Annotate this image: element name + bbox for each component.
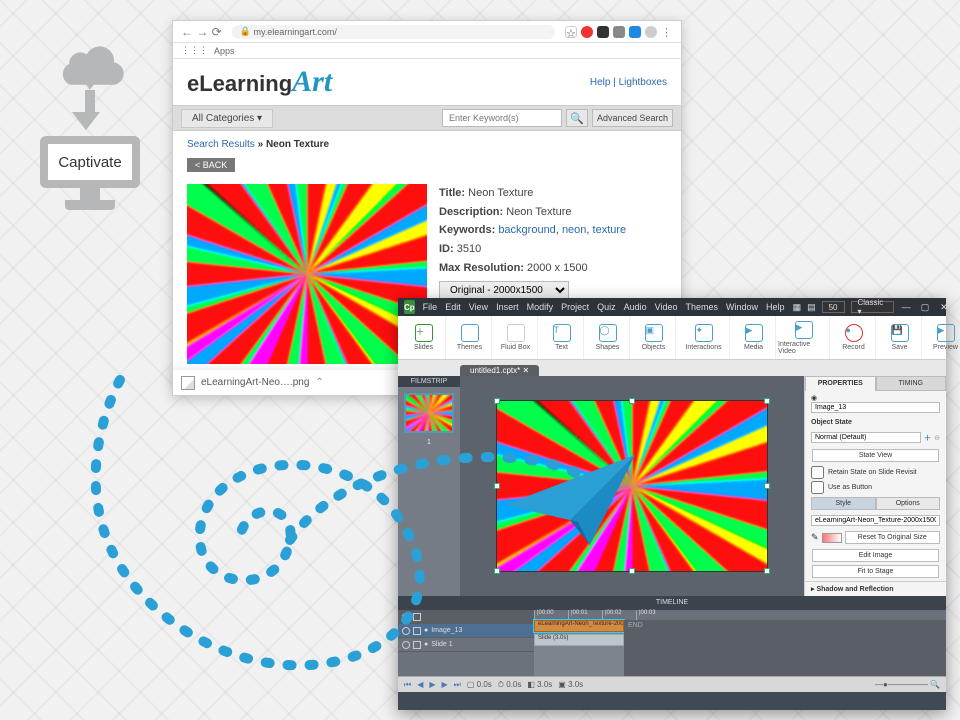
ribbon-text[interactable]: TText: [540, 316, 584, 359]
object-state-label: Object State: [805, 416, 946, 429]
keyword-link[interactable]: texture: [593, 224, 627, 236]
advanced-search-button[interactable]: Advanced Search: [592, 109, 673, 127]
workspace-select[interactable]: Classic ▾: [851, 301, 894, 313]
cloud-to-captivate-graphic: Captivate: [30, 30, 150, 210]
tab-properties[interactable]: PROPERTIES: [805, 376, 876, 391]
state-select[interactable]: [811, 432, 921, 443]
zoom-field[interactable]: 50: [822, 301, 845, 313]
ribbon-fluidbox: Fluid Box: [494, 316, 538, 359]
cloud-download-icon: [30, 30, 150, 90]
ribbon-save[interactable]: 💾Save: [878, 316, 922, 359]
timeline-clip-image[interactable]: eLearningArt-Neon_Texture-2000x1500-351…: [534, 620, 624, 632]
lock-icon[interactable]: [413, 613, 421, 621]
file-icon: [181, 376, 195, 390]
shadow-section[interactable]: ▸ Shadow and Reflection: [805, 581, 946, 596]
reset-size-button[interactable]: Reset To Original Size: [845, 531, 940, 544]
timeline-header: TIMELINE: [398, 596, 946, 610]
timeline-end-region: END: [624, 620, 946, 676]
next-icon[interactable]: ▶: [442, 680, 448, 689]
play-icon[interactable]: ▶: [429, 680, 435, 689]
ribbon-record[interactable]: ●Record: [832, 316, 876, 359]
filmstrip-header: FILMSTRIP: [398, 376, 460, 387]
add-state-icon[interactable]: ＋: [924, 433, 931, 443]
delete-state-icon[interactable]: ⊖: [934, 434, 940, 442]
download-filename[interactable]: eLearningArt-Neo….png: [201, 377, 309, 388]
breadcrumb: Search Results » Neon Texture: [173, 131, 681, 158]
timeline-panel: ●Image_13 ●Slide 1 |00:00|00:01 |00:02|0…: [398, 610, 946, 676]
timeline-track-image[interactable]: ●Image_13: [398, 624, 534, 638]
ribbon-interactions[interactable]: ✦Interactions: [678, 316, 730, 359]
monitor-icon: Captivate: [40, 136, 140, 210]
timeline-ruler: |00:00|00:01 |00:02|00:03: [534, 610, 946, 620]
address-bar[interactable]: 🔒 my.elearningart.com/: [232, 25, 555, 39]
browser-nav-buttons[interactable]: ← → ⟳: [181, 25, 222, 39]
back-button[interactable]: < BACK: [187, 158, 235, 172]
document-tab[interactable]: untitled1.cptx* ✕: [460, 365, 539, 376]
breadcrumb-link[interactable]: Search Results: [187, 139, 255, 150]
monitor-label: Captivate: [40, 136, 140, 188]
eye-icon[interactable]: [402, 613, 410, 621]
captivate-app-icon: Cp: [404, 300, 415, 314]
properties-panel: PROPERTIES TIMING ◉ Object State ＋ ⊖ Sta…: [804, 376, 946, 596]
color-swatch[interactable]: [822, 533, 842, 543]
stage-canvas[interactable]: [497, 401, 767, 571]
ribbon-ivideo[interactable]: ▶Interactive Video: [778, 316, 830, 359]
categories-dropdown[interactable]: All Categories ▾: [181, 109, 273, 128]
captivate-window: Cp FileEditView InsertModifyProject Quiz…: [398, 298, 946, 710]
rewind-icon[interactable]: ⏮: [404, 680, 411, 690]
filmstrip-slide-1[interactable]: [404, 393, 454, 433]
captivate-ribbon: ＋Slides Themes Fluid Box TText ◯Shapes ▣…: [398, 316, 946, 360]
bookmarks-bar[interactable]: ⋮⋮⋮ Apps: [173, 43, 681, 59]
image-filename-field[interactable]: [811, 515, 940, 526]
ribbon-media[interactable]: ▶Media: [732, 316, 776, 359]
close-button[interactable]: ✕: [937, 301, 950, 313]
ribbon-shapes[interactable]: ◯Shapes: [586, 316, 630, 359]
captivate-titlebar: Cp FileEditView InsertModifyProject Quiz…: [398, 298, 946, 316]
ribbon-preview[interactable]: ▶Preview: [924, 316, 960, 359]
end-icon[interactable]: ⏭: [454, 680, 461, 690]
apps-label[interactable]: Apps: [214, 46, 235, 56]
captivate-menu[interactable]: FileEditView InsertModifyProject QuizAud…: [423, 302, 785, 312]
ribbon-slides[interactable]: ＋Slides: [402, 316, 446, 359]
ribbon-themes[interactable]: Themes: [448, 316, 492, 359]
asset-preview[interactable]: [187, 184, 427, 364]
subtab-options[interactable]: Options: [876, 497, 941, 510]
tab-timing[interactable]: TIMING: [876, 376, 947, 391]
fit-to-stage-button[interactable]: Fit to Stage: [812, 565, 939, 578]
edit-swatch-icon[interactable]: ✎: [811, 532, 819, 543]
browser-chrome: ← → ⟳ 🔒 my.elearningart.com/ ☆ ⋮: [173, 21, 681, 43]
subtab-style[interactable]: Style: [811, 497, 876, 510]
search-input[interactable]: [442, 109, 562, 127]
timeline-tracks[interactable]: |00:00|00:01 |00:02|00:03 eLearningArt-N…: [534, 610, 946, 676]
timeline-clip-slide[interactable]: Slide (3.0s): [534, 634, 624, 646]
site-logo[interactable]: eLearningArt: [187, 65, 332, 99]
timeline-track-slide[interactable]: ●Slide 1: [398, 638, 534, 652]
chevron-up-icon[interactable]: ⌃: [315, 377, 323, 388]
use-as-button-checkbox[interactable]: Use as Button: [805, 480, 946, 495]
search-button[interactable]: 🔍: [566, 109, 588, 127]
retain-state-checkbox[interactable]: Retain State on Slide Revisit: [805, 465, 946, 480]
layout-icon[interactable]: ▦: [793, 302, 802, 313]
apps-icon[interactable]: ⋮⋮⋮: [181, 45, 208, 56]
state-view-button[interactable]: State View: [812, 449, 939, 462]
filmstrip-slide-number: 1: [398, 439, 460, 446]
header-links[interactable]: Help | Lightboxes: [590, 77, 667, 88]
object-name-field[interactable]: [811, 402, 940, 413]
keyword-link[interactable]: neon: [562, 224, 586, 236]
prev-icon[interactable]: ◀: [417, 680, 423, 689]
minimize-button[interactable]: —: [900, 301, 913, 313]
edit-image-button[interactable]: Edit Image: [812, 549, 939, 562]
maximize-button[interactable]: ▢: [919, 301, 932, 313]
stage[interactable]: [460, 376, 804, 596]
down-arrow-icon: [81, 90, 99, 130]
layout-icon[interactable]: ▤: [807, 302, 816, 313]
ribbon-objects[interactable]: ▣Objects: [632, 316, 676, 359]
filmstrip-panel: FILMSTRIP 1: [398, 376, 460, 596]
category-search-bar: All Categories ▾ 🔍 Advanced Search: [173, 105, 681, 131]
keyword-link[interactable]: background: [498, 224, 556, 236]
timeline-playbar[interactable]: ⏮ ◀ ▶ ▶ ⏭ ▢ 0.0s ⏱ 0.0s ◧ 3.0s ▣ 3.0s —●…: [398, 676, 946, 692]
browser-extensions[interactable]: ☆ ⋮: [565, 26, 673, 38]
